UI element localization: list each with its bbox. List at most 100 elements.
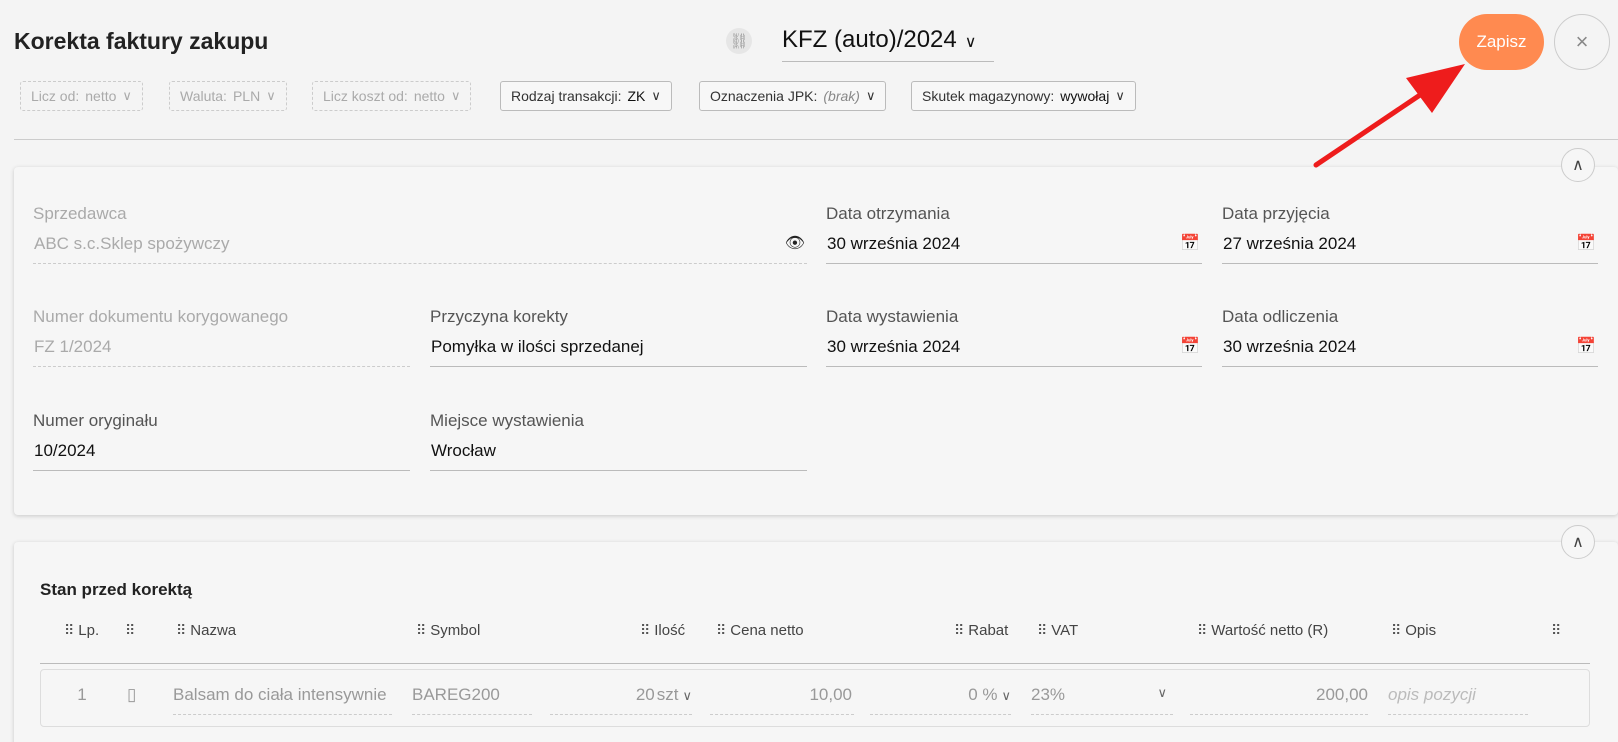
collapse-items-button[interactable]: ∧ [1561,525,1595,559]
accepted-date-value: 27 września 2024 📅 [1222,234,1598,264]
seller-field[interactable]: Sprzedawca ABC s.c.Sklep spożywczy 👁 [33,204,807,264]
option-cost-from[interactable]: Licz koszt od: netto ∨ [312,81,472,111]
row-symbol[interactable]: BAREG200 [412,685,532,715]
close-button[interactable]: × [1554,14,1610,70]
drag-handle-icon[interactable]: ⠿ [1197,622,1207,639]
chevron-down-icon: ∨ [122,88,132,103]
field-label: Numer oryginału [33,411,158,430]
option-transaction-type[interactable]: Rodzaj transakcji: ZK ∨ [500,81,672,111]
option-label: Licz koszt od: [323,88,408,104]
drag-handle-icon[interactable]: ⠿ [125,622,135,639]
drag-handle-icon[interactable]: ⠿ [416,622,426,639]
option-label: Rodzaj transakcji: [511,88,622,104]
option-label: Skutek magazynowy: [922,88,1055,104]
corrected-document-value: FZ 1/2024 [33,337,410,367]
chevron-down-icon[interactable]: ∨ [1157,685,1167,701]
field-label: Numer dokumentu korygowanego [33,307,289,326]
product-type-icon[interactable]: ▯ [127,685,136,705]
option-value: (brak) [823,88,860,104]
row-name[interactable]: Balsam do ciała intensywnie [173,685,392,715]
chevron-up-icon: ∧ [1572,157,1584,174]
drag-handle-icon[interactable]: ⠿ [1391,622,1401,639]
divider [14,139,1618,140]
document-number-select[interactable]: KFZ (auto)/2024 ∨ [782,26,994,62]
row-net-value[interactable]: 200,00 [1190,685,1368,715]
column-header-name[interactable]: ⠿ Nazwa [176,622,236,639]
row-net-price[interactable]: 10,00 [710,685,854,715]
column-header-description[interactable]: ⠿ Opis [1391,622,1436,639]
issue-place-field[interactable]: Miejsce wystawienia Wrocław [430,411,807,471]
link-icon[interactable]: ⛓ [726,28,752,54]
column-header-quantity[interactable]: ⠿ Ilość [640,622,685,639]
option-value: netto [413,88,445,104]
column-header-net-price[interactable]: ⠿ Cena netto [716,622,804,639]
document-number-value: KFZ (auto)/2024 [782,26,957,53]
calendar-icon[interactable]: 📅 [1576,336,1596,356]
chevron-down-icon[interactable]: ∨ [1001,688,1011,703]
save-button[interactable]: Zapisz [1459,14,1544,70]
correction-reason-field[interactable]: Przyczyna korekty Pomyłka w ilości sprze… [430,307,807,367]
field-label: Data przyjęcia [1222,204,1330,223]
chevron-down-icon: ∨ [651,88,661,103]
row-lp: 1 [77,685,87,704]
option-label: Oznaczenia JPK: [710,88,818,104]
field-label: Przyczyna korekty [430,307,568,326]
issue-date-value: 30 września 2024 📅 [826,337,1202,367]
close-icon: × [1575,29,1589,54]
issue-place-value: Wrocław [430,441,807,471]
chevron-down-icon[interactable]: ∨ [682,688,692,703]
row-quantity[interactable]: 20 szt ∨ [550,685,692,715]
row-discount[interactable]: 0 % ∨ [870,685,1011,715]
option-calc-from[interactable]: Licz od: netto ∨ [20,81,143,111]
collapse-details-button[interactable]: ∧ [1561,148,1595,182]
option-currency[interactable]: Waluta: PLN ∨ [169,81,287,111]
field-label: Data otrzymania [826,204,950,223]
field-label: Sprzedawca [33,204,127,223]
accepted-date-field[interactable]: Data przyjęcia 27 września 2024 📅 [1222,204,1598,264]
option-value: PLN [232,88,261,104]
corrected-document-field[interactable]: Numer dokumentu korygowanego FZ 1/2024 [33,307,410,367]
drag-handle-icon[interactable]: ⠿ [176,622,186,639]
seller-value: ABC s.c.Sklep spożywczy 👁 [33,234,807,264]
drag-handle-icon[interactable]: ⠿ [1037,622,1047,639]
chevron-down-icon: ∨ [266,88,276,103]
eye-icon[interactable]: 👁 [785,233,805,253]
column-header-discount[interactable]: ⠿ Rabat [954,622,1008,639]
original-number-field[interactable]: Numer oryginału 10/2024 [33,411,410,471]
calendar-icon[interactable]: 📅 [1180,336,1200,356]
drag-handle-icon[interactable]: ⠿ [954,622,964,639]
option-label: Licz od: [31,88,80,104]
row-description[interactable]: opis pozycji [1388,685,1528,715]
option-jpk-markings[interactable]: Oznaczenia JPK: (brak) ∨ [699,81,887,111]
correction-reason-value: Pomyłka w ilości sprzedanej [430,337,807,367]
drag-handle-icon[interactable]: ⠿ [640,622,650,639]
calendar-icon[interactable]: 📅 [1180,233,1200,253]
option-label: Waluta: [180,88,227,104]
field-label: Data wystawienia [826,307,959,326]
received-date-field[interactable]: Data otrzymania 30 września 2024 📅 [826,204,1202,264]
chevron-up-icon: ∧ [1572,534,1584,551]
drag-handle-icon[interactable]: ⠿ [64,622,74,639]
option-value: netto [85,88,117,104]
original-number-value: 10/2024 [33,441,410,471]
option-warehouse-effect[interactable]: Skutek magazynowy: wywołaj ∨ [911,81,1136,111]
field-label: Data odliczenia [1222,307,1339,326]
calendar-icon[interactable]: 📅 [1576,233,1596,253]
column-header-type[interactable]: ⠿ [125,622,135,639]
deduction-date-field[interactable]: Data odliczenia 30 września 2024 📅 [1222,307,1598,367]
column-header-vat[interactable]: ⠿ VAT [1037,622,1078,639]
drag-handle-icon[interactable]: ⠿ [1551,622,1561,639]
column-header-symbol[interactable]: ⠿ Symbol [416,622,480,639]
option-value: wywołaj [1060,88,1110,104]
column-header-lp[interactable]: ⠿ Lp. [64,622,99,639]
column-header-net-value[interactable]: ⠿ Wartość netto (R) [1197,622,1328,639]
row-vat[interactable]: 23% ∨ [1031,685,1173,715]
drag-handle-icon[interactable]: ⠿ [716,622,726,639]
chevron-down-icon: ∨ [450,88,461,103]
issue-date-field[interactable]: Data wystawienia 30 września 2024 📅 [826,307,1202,367]
column-settings-handle[interactable]: ⠿ [1551,622,1561,639]
items-section-title: Stan przed korektą [40,580,193,599]
chevron-down-icon: ∨ [865,88,876,103]
received-date-value: 30 września 2024 📅 [826,234,1202,264]
option-value: ZK [627,88,646,104]
